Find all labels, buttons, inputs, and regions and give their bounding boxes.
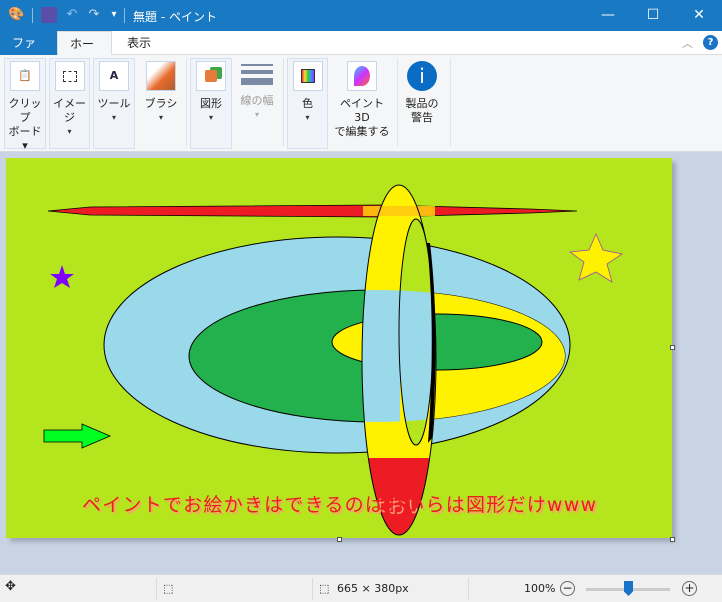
info-icon: i xyxy=(407,61,437,91)
zoom-out-button[interactable]: − xyxy=(560,581,575,596)
tab-view[interactable]: 表示 xyxy=(115,31,163,55)
resize-handle-right[interactable] xyxy=(670,345,675,350)
zoom-slider-thumb[interactable] xyxy=(624,581,633,596)
resize-handle-corner[interactable] xyxy=(670,537,675,542)
inner-vertical-ellipse xyxy=(398,218,436,446)
maximize-button[interactable]: ☐ xyxy=(630,0,676,31)
zoom-in-button[interactable]: + xyxy=(682,581,697,596)
tools-icon: A xyxy=(99,61,129,91)
drawing-canvas[interactable]: ペイントでお絵かきはできるのはおいらは図形だけwww ペイントでお絵かきはできる… xyxy=(6,158,672,538)
selection-size-icon: ⬚ xyxy=(163,582,174,595)
colors-button[interactable]: 色 ▾ xyxy=(287,58,328,125)
ribbon: 📋 クリップ ボード ▾ イメージ ▾ A ツール ▾ ブラシ ▾ 図形 ▾ 線の幅 ▾ 色 ▾ … xyxy=(0,55,722,152)
help-icon[interactable]: ? xyxy=(703,35,718,50)
title-bar: 🎨 ↶ ↷ ▾ 無題 - ペイント — ☐ ✕ xyxy=(0,0,722,31)
status-bar: ✥ ⬚ ⬚ 665 × 380px 100% − + xyxy=(0,574,722,602)
size-button: 線の幅 ▾ xyxy=(236,58,278,122)
select-icon xyxy=(54,61,85,91)
paint3d-icon xyxy=(347,61,377,91)
canvas-caption: ペイントでお絵かきはできるのはおいらは図形だけwww xyxy=(82,494,596,516)
zoom-level: 100% xyxy=(524,582,556,595)
cursor-position-icon: ✥ xyxy=(5,579,16,594)
minimize-button[interactable]: — xyxy=(585,0,631,31)
shapes-icon xyxy=(196,61,226,91)
edit-with-paint3d-button[interactable]: ペイント 3D で編集する xyxy=(332,58,392,139)
undo-icon[interactable]: ↶ xyxy=(64,7,80,23)
tab-home[interactable]: ホーム xyxy=(57,31,112,75)
collapse-ribbon-icon[interactable]: ︿ xyxy=(682,35,693,51)
shapes-button[interactable]: 図形 ▾ xyxy=(190,58,232,125)
window-title: 無題 - ペイント xyxy=(133,10,217,24)
clipboard-button[interactable]: 📋 クリップ ボード ▾ xyxy=(4,58,46,153)
resize-handle-bottom[interactable] xyxy=(337,537,342,542)
save-icon[interactable] xyxy=(41,7,57,23)
ribbon-tabs: ファイル ホーム 表示 ︿ ? xyxy=(0,31,722,75)
brush-icon xyxy=(146,61,176,91)
redo-icon[interactable]: ↷ xyxy=(86,7,102,23)
color-palette-icon xyxy=(292,61,323,91)
tools-button[interactable]: A ツール ▾ xyxy=(93,58,135,125)
line-width-icon xyxy=(241,64,273,85)
paint-app-icon: 🎨 xyxy=(8,7,25,22)
product-alert-button[interactable]: i 製品の 警告 xyxy=(400,58,444,125)
image-button[interactable]: イメージ ▾ xyxy=(49,58,90,139)
canvas-size-icon: ⬚ xyxy=(319,582,330,595)
tab-file[interactable]: ファイル xyxy=(0,31,57,74)
brushes-button[interactable]: ブラシ ▾ xyxy=(140,58,182,125)
close-button[interactable]: ✕ xyxy=(676,0,722,31)
customize-quick-access-button[interactable]: ▾ xyxy=(106,7,122,23)
clipboard-icon: 📋 xyxy=(10,61,40,91)
canvas-dimensions: 665 × 380px xyxy=(337,582,409,595)
